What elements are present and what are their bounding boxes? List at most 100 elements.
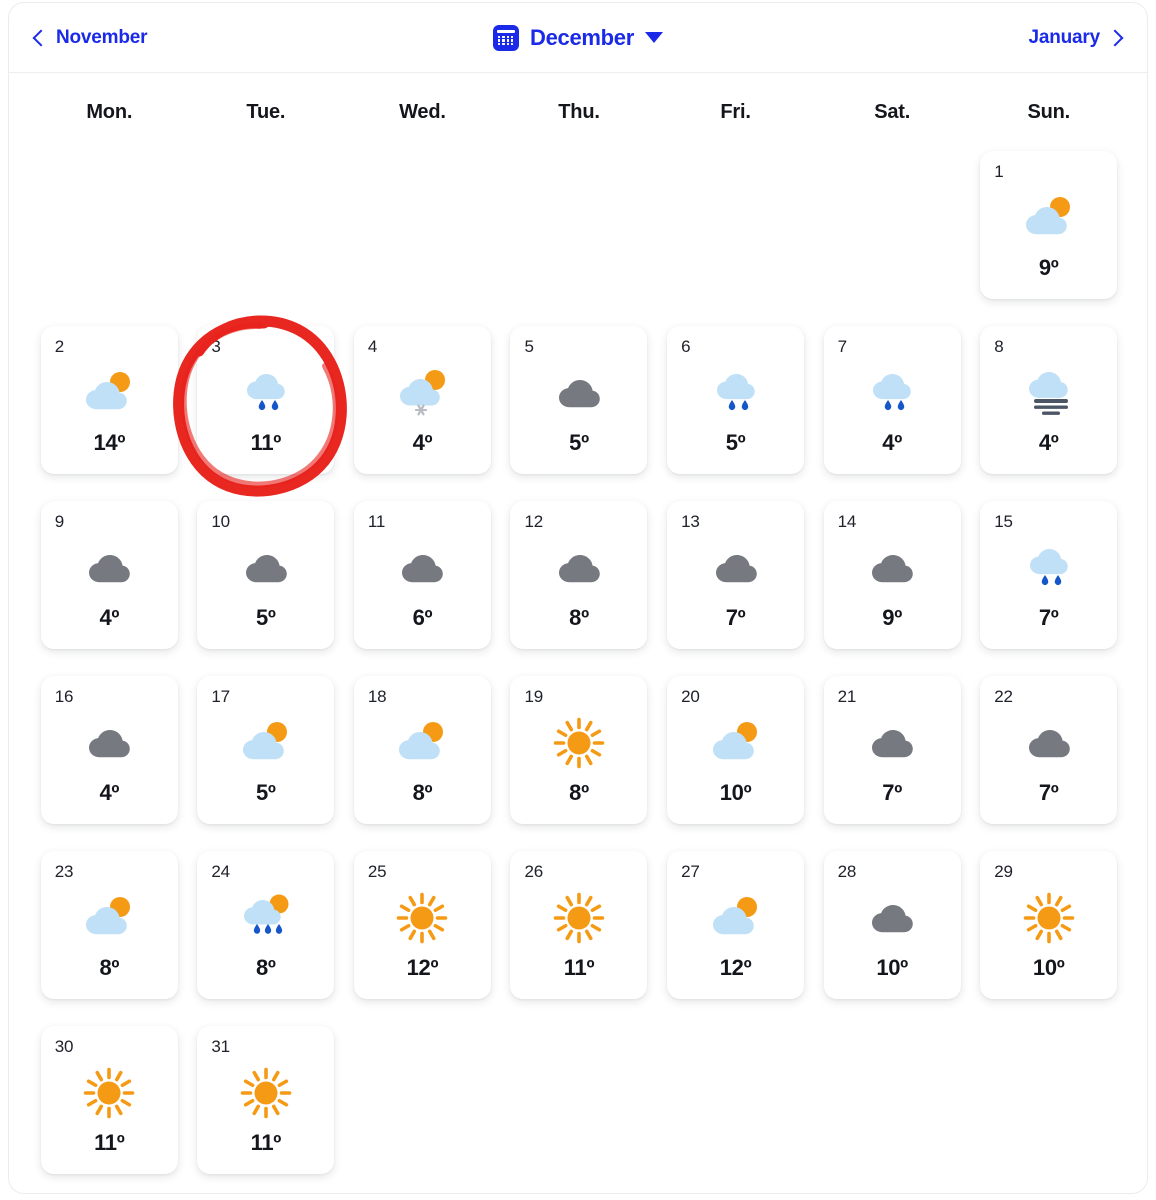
- day-card-13[interactable]: 13 7º: [667, 501, 805, 649]
- partly-cloudy-icon: [77, 891, 141, 945]
- weather-icon-slot: [354, 539, 491, 597]
- rain-icon: [1017, 541, 1081, 595]
- temperature-value: 7º: [1038, 605, 1059, 630]
- temperature-value: 5º: [725, 430, 746, 455]
- day-card-19[interactable]: 19 8º: [510, 676, 648, 824]
- day-number: 20: [681, 687, 700, 706]
- prev-month-button[interactable]: November: [32, 27, 148, 49]
- weather-icon-slot: [41, 889, 178, 947]
- weather-icon-slot: [41, 539, 178, 597]
- next-month-button[interactable]: January: [1029, 27, 1124, 49]
- day-number: 6: [681, 337, 691, 356]
- day-card-21[interactable]: 21 7º: [823, 676, 961, 824]
- weather-icon-slot: [197, 889, 334, 947]
- day-number: 25: [367, 862, 387, 881]
- day-number: 16: [54, 687, 74, 706]
- day-cell: 21 7º: [814, 676, 971, 851]
- month-selector[interactable]: December: [493, 24, 663, 51]
- temperature-value: 11º: [250, 430, 282, 455]
- day-card-3[interactable]: 3 11º: [197, 326, 335, 474]
- day-card-8[interactable]: 8 4º: [980, 326, 1118, 474]
- day-card-14[interactable]: 14 9º: [823, 501, 961, 649]
- rain-sun-icon: [234, 891, 298, 945]
- calendar-icon: [493, 24, 519, 51]
- day-number: 10: [211, 512, 230, 531]
- day-card-22[interactable]: 22 7º: [980, 676, 1118, 824]
- temperature-value: 8º: [256, 955, 276, 980]
- day-card-1[interactable]: 1 9º: [980, 151, 1118, 299]
- day-cell: 22 7º: [970, 676, 1127, 851]
- day-number: 17: [211, 687, 230, 706]
- day-number: 27: [681, 862, 700, 881]
- empty-cell: [657, 151, 814, 326]
- day-card-23[interactable]: 23 8º: [40, 851, 178, 999]
- empty-cell: [814, 151, 971, 326]
- day-cell: 8 4º: [970, 326, 1127, 501]
- day-card-2[interactable]: 2 14º: [40, 326, 178, 474]
- weather-icon-slot: [510, 539, 647, 597]
- day-number: 18: [367, 687, 387, 706]
- day-card-11[interactable]: 11 6º: [353, 501, 491, 649]
- day-card-30[interactable]: 30 11º: [40, 1026, 178, 1174]
- day-number: 2: [54, 337, 65, 356]
- day-card-24[interactable]: 24 8º: [197, 851, 335, 999]
- day-cell: 7 4º: [814, 326, 971, 501]
- day-card-20[interactable]: 20 10º: [667, 676, 805, 824]
- day-card-9[interactable]: 9 4º: [40, 501, 178, 649]
- weather-icon-slot: [980, 889, 1117, 947]
- temperature-value: 9º: [882, 605, 902, 630]
- day-card-28[interactable]: 28 10º: [823, 851, 961, 999]
- day-card-12[interactable]: 12 8º: [510, 501, 648, 649]
- weekday-header-0: Mon.: [86, 100, 133, 123]
- temperature-value: 11º: [94, 1130, 125, 1155]
- temperature-value: 8º: [569, 605, 589, 630]
- day-cell: 5 5º: [501, 326, 658, 501]
- rain-icon: [860, 366, 924, 420]
- weather-calendar-app: November December January Mon. Tue. Wed.…: [0, 0, 1156, 1200]
- day-cell: 13 7º: [657, 501, 814, 676]
- day-card-29[interactable]: 29 10º: [980, 851, 1118, 999]
- partly-cloudy-icon: [234, 716, 298, 770]
- day-card-26[interactable]: 26 11º: [510, 851, 648, 999]
- day-card-4[interactable]: 4 4º: [353, 326, 491, 474]
- day-number: 13: [681, 512, 700, 531]
- day-card-31[interactable]: 31 11º: [197, 1026, 335, 1174]
- empty-cell: [501, 151, 658, 326]
- month-navigation-bar: November December January: [9, 3, 1147, 73]
- temperature-value: 4º: [882, 430, 902, 455]
- sunny-icon: [1017, 891, 1081, 945]
- partly-cloudy-icon: [390, 716, 454, 770]
- day-card-6[interactable]: 6 5º: [667, 326, 805, 474]
- temperature-value: 4º: [99, 780, 120, 805]
- weather-icon-slot: [197, 539, 334, 597]
- weekday-header-6: Sun.: [1027, 100, 1070, 123]
- day-card-17[interactable]: 17 5º: [197, 676, 335, 824]
- cloudy-icon: [547, 366, 611, 420]
- day-card-7[interactable]: 7 4º: [823, 326, 961, 474]
- day-card-27[interactable]: 27 12º: [667, 851, 805, 999]
- sunny-icon: [547, 716, 611, 770]
- day-card-16[interactable]: 16 4º: [40, 676, 178, 824]
- weather-icon-slot: [197, 1064, 334, 1122]
- day-card-5[interactable]: 5 5º: [510, 326, 648, 474]
- weekday-header-5: Sat.: [874, 100, 911, 123]
- day-number: 26: [524, 862, 543, 881]
- day-cell: 23 8º: [31, 851, 188, 1026]
- calendar-grid: 1 9º 2 14º 3 11º 4 4º 5 5º 6 5º 7 4º 8 4º 9 4º 10 5º 11 6º 12 8…: [31, 151, 1127, 1200]
- chevron-down-icon[interactable]: [645, 32, 663, 43]
- weather-icon-slot: [980, 539, 1117, 597]
- sunny-icon: [390, 891, 454, 945]
- snow-sun-icon: [390, 366, 454, 420]
- cloudy-icon: [860, 716, 924, 770]
- day-card-15[interactable]: 15 7º: [980, 501, 1118, 649]
- weather-icon-slot: [41, 364, 178, 422]
- day-cell: 14 9º: [814, 501, 971, 676]
- current-month-label: December: [530, 24, 634, 50]
- day-card-10[interactable]: 10 5º: [197, 501, 335, 649]
- day-card-25[interactable]: 25 12º: [353, 851, 491, 999]
- weekday-header-1: Tue.: [246, 100, 286, 123]
- day-number: 5: [524, 337, 534, 356]
- day-number: 22: [994, 687, 1013, 706]
- weekday-header-row: Mon. Tue. Wed. Thu. Fri. Sat. Sun.: [31, 73, 1127, 151]
- day-card-18[interactable]: 18 8º: [353, 676, 491, 824]
